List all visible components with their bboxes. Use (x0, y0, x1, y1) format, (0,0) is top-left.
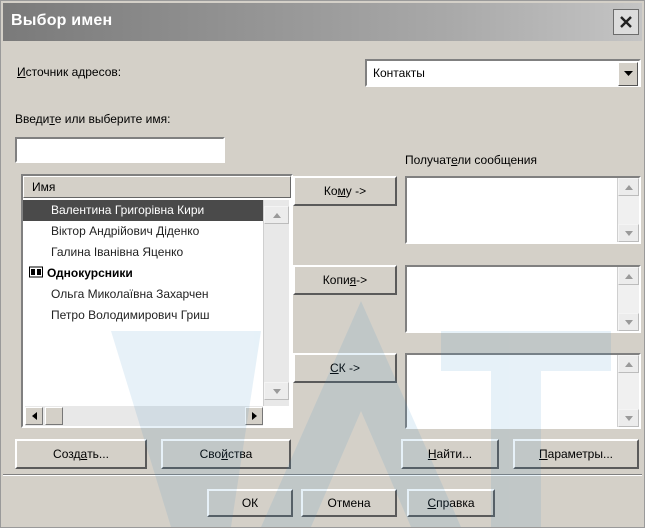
contacts-rows: Валентина Григорівна Кири Віктор Андрійо… (23, 200, 263, 326)
scroll-up-button[interactable] (618, 355, 639, 373)
contact-row[interactable]: Віктор Андрійович Діденко (23, 221, 263, 242)
contact-row[interactable]: Ольга Миколаївна Захарчен (23, 284, 263, 305)
scroll-down-icon (272, 388, 281, 394)
help-button[interactable]: Справка (407, 489, 495, 517)
scroll-down-button[interactable] (618, 409, 639, 427)
find-button[interactable]: Найти... (401, 439, 499, 469)
cc-recipients-scrollbar[interactable] (617, 267, 639, 331)
contact-group-row[interactable]: Однокурсники (23, 263, 263, 284)
parameters-button[interactable]: Параметры... (513, 439, 639, 469)
scroll-down-button[interactable] (264, 382, 289, 400)
dropdown-arrow-icon (623, 71, 633, 76)
bcc-recipients-box[interactable] (405, 353, 641, 429)
address-source-combo[interactable]: Контакты (365, 59, 641, 87)
create-button[interactable]: Созд а ть... (15, 439, 147, 469)
ok-button[interactable]: ОК (207, 489, 293, 517)
horizontal-scroll-thumb[interactable] (45, 407, 63, 425)
contact-row[interactable]: Галина Іванівна Яценко (23, 242, 263, 263)
scroll-up-icon (272, 212, 281, 218)
address-source-dropdown-button[interactable] (618, 62, 638, 86)
dialog-title: Выбор имен (11, 12, 113, 29)
cc-button[interactable]: Копи я -> (293, 265, 397, 295)
scroll-right-button[interactable] (245, 407, 263, 425)
select-names-dialog: Выбор имен Источник адресов: Контакты Вв… (0, 0, 645, 528)
cc-recipients-box[interactable] (405, 265, 641, 333)
contacts-vertical-scrollbar[interactable] (263, 200, 289, 406)
cancel-button[interactable]: Отмена (301, 489, 397, 517)
bcc-recipients-scrollbar[interactable] (617, 355, 639, 427)
title-bar: Выбор имен (3, 3, 642, 41)
scroll-up-icon (624, 184, 633, 190)
to-recipients-box[interactable] (405, 176, 641, 244)
scroll-down-button[interactable] (618, 313, 639, 331)
to-recipients-scrollbar[interactable] (617, 178, 639, 242)
to-button[interactable]: Ко м у -> (293, 176, 397, 206)
bcc-button[interactable]: СК -> (293, 353, 397, 383)
scroll-down-icon (624, 415, 633, 421)
scroll-up-button[interactable] (264, 206, 289, 224)
close-button[interactable] (613, 9, 639, 35)
scroll-up-button[interactable] (618, 267, 639, 285)
address-source-label: Источник адресов: (17, 65, 122, 79)
contact-row[interactable]: Валентина Григорівна Кири (23, 200, 263, 221)
close-icon (620, 16, 632, 28)
name-column-header[interactable]: Имя (23, 176, 291, 198)
address-source-value: Контакты (373, 66, 425, 80)
footer-divider (3, 474, 642, 476)
name-entry-label: Введите или выберите имя: (15, 112, 171, 126)
group-icon (29, 266, 43, 278)
scroll-up-icon (624, 361, 633, 367)
name-entry-input[interactable] (15, 137, 225, 163)
scroll-up-button[interactable] (618, 178, 639, 196)
contact-row[interactable]: Петро Володимирович Гриш (23, 305, 263, 326)
recipients-label: Получатели сообщения (405, 153, 537, 167)
scroll-down-button[interactable] (618, 224, 639, 242)
scroll-down-icon (624, 319, 633, 325)
contacts-horizontal-scrollbar[interactable] (25, 406, 263, 426)
scroll-left-icon (31, 412, 37, 420)
properties-button[interactable]: Сво й ства (161, 439, 291, 469)
scroll-right-icon (251, 412, 257, 420)
scroll-down-icon (624, 230, 633, 236)
scroll-left-button[interactable] (25, 407, 43, 425)
scroll-up-icon (624, 273, 633, 279)
